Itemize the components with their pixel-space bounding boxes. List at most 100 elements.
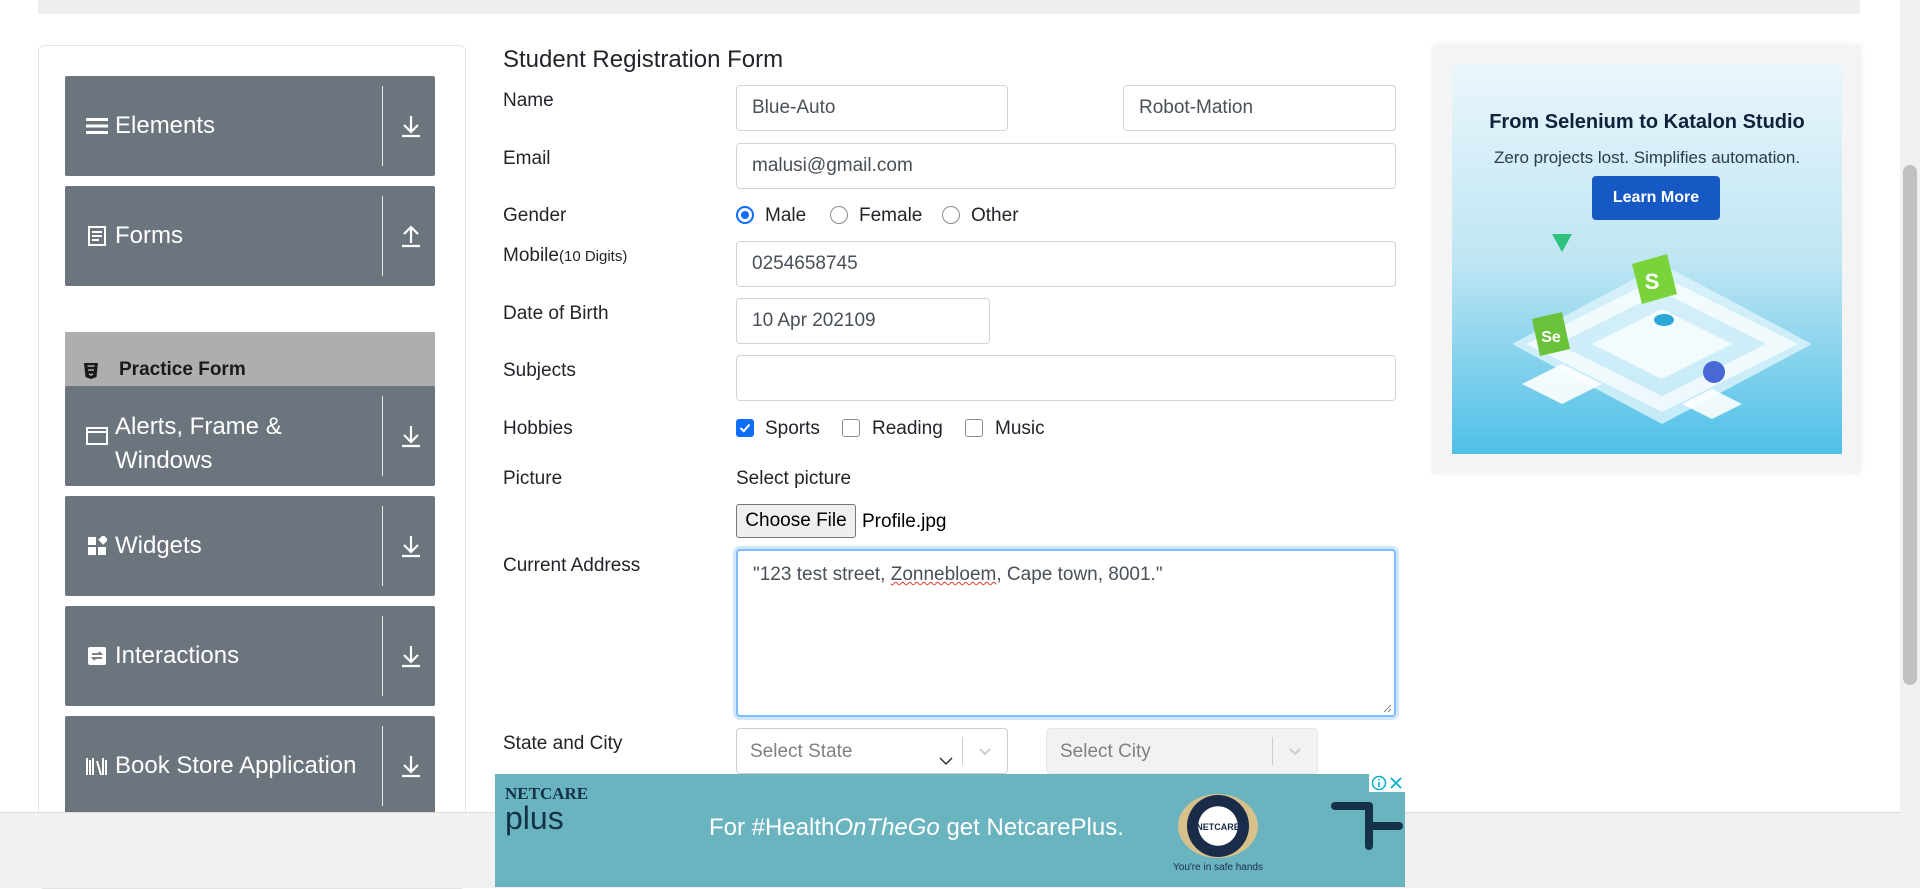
name-label: Name — [503, 90, 554, 111]
hobby-label: Reading — [872, 418, 943, 439]
chevron-down-icon — [979, 748, 991, 756]
divider — [382, 86, 383, 166]
divider — [382, 506, 383, 586]
scrollbar-thumb[interactable] — [1903, 165, 1917, 685]
mobile-label-text: Mobile — [503, 245, 559, 266]
divider — [382, 726, 383, 806]
ad-message-part: OnTheGo — [834, 814, 940, 841]
ad-message: For #HealthOnTheGo get NetcarePlus. — [709, 814, 1124, 842]
download-arrow-icon[interactable] — [397, 642, 425, 670]
city-placeholder: Select City — [1060, 741, 1151, 762]
email-label: Email — [503, 148, 551, 169]
current-address-textarea[interactable]: "123 test street, Zonnebloem, Cape town,… — [736, 549, 1396, 717]
address-text: , Cape town, 8001." — [996, 564, 1163, 585]
email-input[interactable]: malusi@gmail.com — [736, 143, 1396, 189]
window-icon — [85, 424, 109, 448]
picture-label: Picture — [503, 468, 563, 489]
upload-arrow-icon[interactable] — [397, 222, 425, 250]
gender-radio-female[interactable] — [830, 206, 848, 224]
download-arrow-icon[interactable] — [397, 112, 425, 140]
checkmark-icon — [739, 423, 751, 433]
sidebar-group-label: Book Store Application — [115, 752, 357, 779]
select-picture-text: Select picture — [736, 468, 852, 489]
sidebar-group-elements[interactable]: Elements — [65, 76, 435, 176]
hobby-checkbox-music[interactable] — [965, 419, 983, 437]
subjects-label: Subjects — [503, 360, 576, 381]
address-text: "123 test street, — [753, 564, 891, 585]
sidebar-group-label: Forms — [115, 222, 183, 249]
divider — [382, 616, 383, 696]
gender-label: Gender — [503, 205, 567, 226]
subjects-input[interactable] — [736, 355, 1396, 401]
resize-handle-icon[interactable] — [1382, 703, 1392, 713]
last-name-input[interactable]: Robot-Mation — [1123, 85, 1396, 131]
hobby-checkbox-sports[interactable] — [736, 419, 754, 437]
ad-subtitle: Zero projects lost. Simplifies automatio… — [1493, 148, 1801, 167]
hobbies-label: Hobbies — [503, 418, 573, 439]
ad-tagline: You're in safe hands — [1173, 862, 1263, 873]
sidebar-group-label: Alerts, Frame & Windows — [115, 413, 282, 474]
dob-label: Date of Birth — [503, 303, 609, 324]
sidebar-group-book-store[interactable]: Book Store Application — [65, 716, 435, 816]
sidebar-group-alerts[interactable]: Alerts, Frame & Windows — [65, 386, 435, 486]
state-select[interactable]: Select State — [736, 728, 1008, 774]
hobby-label: Sports — [765, 418, 820, 439]
download-arrow-icon[interactable] — [397, 422, 425, 450]
widgets-icon — [85, 534, 109, 558]
address-label: Current Address — [503, 555, 641, 576]
mobile-label: Mobile(10 Digits) — [503, 245, 627, 267]
gender-radio-other[interactable] — [942, 206, 960, 224]
ad-creative: From Selenium to Katalon Studio Zero pro… — [1452, 64, 1842, 454]
first-name-input[interactable]: Blue-Auto — [736, 85, 1008, 131]
svg-text:S: S — [1645, 269, 1660, 294]
ad-info-icon[interactable] — [1371, 775, 1387, 791]
gender-radio-male[interactable] — [736, 206, 754, 224]
choose-file-button[interactable]: Choose File — [736, 504, 856, 538]
download-arrow-icon[interactable] — [397, 532, 425, 560]
state-city-label: State and City — [503, 733, 623, 754]
date-of-birth-input[interactable]: 10 Apr 202109 — [736, 298, 990, 344]
ad-illustration: S Se — [1512, 234, 1812, 424]
close-icon[interactable] — [1389, 776, 1403, 790]
svg-text:Se: Se — [1541, 329, 1561, 346]
divider — [1272, 737, 1273, 765]
sidebar-group-interactions[interactable]: Interactions — [65, 606, 435, 706]
sidebar-group-forms[interactable]: Forms — [65, 186, 435, 286]
page-title: Student Registration Form — [503, 46, 784, 73]
ad-brand-bottom: plus — [505, 800, 564, 836]
html5-icon — [83, 362, 99, 380]
ad-message-part: get NetcarePlus. — [939, 814, 1124, 841]
ad-close-controls[interactable] — [1369, 774, 1405, 792]
ad-message-part: For #Health — [709, 814, 835, 841]
sidebar: Elements Forms Practice Form Alerts, Fra… — [38, 45, 466, 889]
cursor-chevron-icon — [939, 757, 953, 766]
hobby-checkbox-reading[interactable] — [842, 419, 860, 437]
sidebar-group-label: Widgets — [115, 532, 202, 559]
ad-title: From Selenium to Katalon Studio — [1489, 111, 1805, 133]
chevron-down-icon — [1289, 748, 1301, 756]
sidebar-group-label: Interactions — [115, 642, 240, 669]
menu-icon — [85, 114, 109, 138]
sidebar-group-widgets[interactable]: Widgets — [65, 496, 435, 596]
sidebar-item-label: Practice Form — [119, 359, 246, 380]
books-icon — [85, 754, 109, 778]
plus-brand-mark-icon — [1331, 802, 1403, 850]
divider — [962, 737, 963, 765]
divider — [382, 196, 383, 276]
page-scrollbar[interactable] — [1900, 0, 1920, 887]
top-banner-strip — [38, 0, 1860, 14]
hobby-label: Music — [995, 418, 1045, 439]
interactions-icon — [85, 644, 109, 668]
learn-more-button[interactable]: Learn More — [1592, 176, 1720, 220]
mobile-hint: (10 Digits) — [558, 248, 628, 265]
mobile-input[interactable]: 0254658745 — [736, 241, 1396, 287]
sidebar-ad[interactable]: From Selenium to Katalon Studio Zero pro… — [1433, 45, 1861, 473]
download-arrow-icon[interactable] — [397, 752, 425, 780]
sidebar-group-label: Elements — [115, 112, 216, 139]
gender-option-label: Female — [859, 205, 923, 226]
city-select[interactable]: Select City — [1046, 728, 1318, 774]
seal-text: NETCARE — [1196, 822, 1240, 832]
divider — [382, 396, 383, 476]
bottom-ad-banner[interactable]: NETCARE plus For #HealthOnTheGo get Netc… — [495, 774, 1405, 887]
gender-option-label: Other — [971, 205, 1019, 226]
